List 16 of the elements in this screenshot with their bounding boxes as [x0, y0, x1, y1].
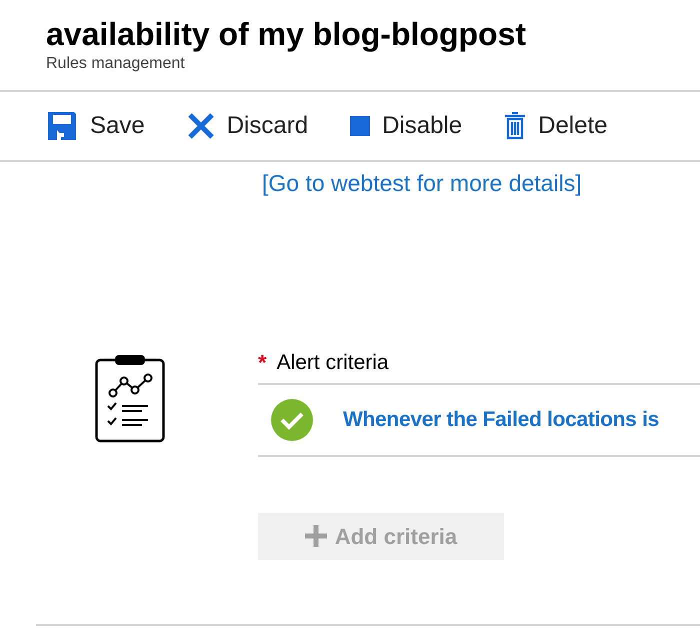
toolbar-button[interactable]: Delete [504, 108, 608, 144]
trash-icon [504, 112, 526, 140]
page-title: availability of my blog-blogpost [46, 15, 526, 54]
required-mark: * [258, 349, 267, 377]
criteria-link[interactable]: Whenever the Failed locations is [343, 404, 659, 436]
close-icon [186, 112, 215, 140]
toolbar-button[interactable]: Discard [186, 108, 308, 144]
toolbar-button[interactable]: Save [46, 108, 145, 144]
square-icon [350, 116, 370, 136]
toolbar-button[interactable]: Disable [350, 108, 462, 144]
alert-criteria-label: Alert criteria [276, 350, 389, 376]
save-icon [46, 110, 78, 142]
page-subtitle: Rules management [46, 54, 185, 74]
clipboard-chart-icon [95, 354, 165, 442]
plus-icon [304, 525, 327, 547]
webtest-link[interactable]: [Go to webtest for more details] [262, 170, 582, 196]
